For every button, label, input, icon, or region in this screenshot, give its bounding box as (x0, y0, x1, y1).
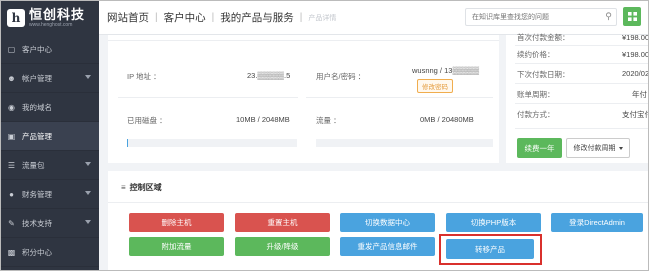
renew-price-value: ¥198.00元 (622, 50, 649, 59)
product-menu-button[interactable] (623, 7, 641, 26)
breadcrumb-current: 产品详情 (308, 14, 337, 22)
breadcrumb-home[interactable]: 网站首页 (99, 10, 155, 25)
wrench-icon: ✎ (8, 218, 15, 228)
traffic-label: 流量 ： (316, 116, 341, 125)
ip-value: 23.▒▒▒▒▒.5 (247, 71, 291, 80)
sidebar-item-user[interactable]: ☻ 帐户管理 (1, 64, 99, 93)
chevron-down-icon (618, 146, 623, 150)
sliders-icon: ≡ (121, 183, 126, 192)
sidebar-item-monitor[interactable]: ▢ 客户中心 (1, 35, 99, 64)
breadcrumb-my-products[interactable]: 我的产品与服务 (214, 10, 300, 25)
change-cycle-label: 修改付款周期 (573, 145, 616, 152)
grid-icon (627, 12, 637, 21)
switch-php-button[interactable]: 切换PHP版本 (446, 213, 541, 232)
chevron-down-icon (85, 75, 91, 79)
upgrade-downgrade-button[interactable]: 升级/降级 (235, 237, 330, 256)
logo[interactable]: h 恒创科技 www.henghost.com (1, 1, 99, 35)
billing-cycle-label: 账单周期： (517, 90, 555, 99)
monitor-icon: ▢ (7, 44, 16, 54)
sidebar-item-gift[interactable]: ▩ 积分中心 (1, 238, 99, 267)
disk-progress-fill (127, 139, 128, 147)
login-directadmin-button[interactable]: 登录DirectAdmin (551, 213, 643, 232)
payment-method-value: 支付宝付款 (622, 110, 648, 119)
billing-card: 首次付款金额： ¥198.00元 续约价格： ¥198.00元 下次付款日期： … (506, 33, 649, 163)
reset-host-button[interactable]: 重置主机 (235, 213, 330, 232)
highlight-box (439, 234, 542, 265)
first-payment-value: ¥198.00元 (622, 33, 649, 42)
user-icon: ☻ (7, 73, 16, 83)
layers-icon: ☰ (7, 160, 16, 170)
username-label: 用户名/密码 ： (316, 72, 366, 81)
delete-host-button[interactable]: 删除主机 (129, 213, 224, 232)
sidebar-item-label: 财务管理 (22, 189, 52, 199)
sidebar: h 恒创科技 www.henghost.com ▢ 客户中心 ☻ 帐户管理 ◉ 我的域名 ▣… (1, 1, 99, 270)
sidebar-item-layers[interactable]: ☰ 流量包 (1, 151, 99, 180)
divider (515, 128, 648, 129)
chevron-down-icon (85, 191, 91, 195)
coin-icon: ● (9, 189, 14, 199)
change-password-link[interactable]: 修改密码 (417, 79, 453, 93)
globe-icon: ◉ (8, 102, 15, 112)
divider (306, 97, 493, 98)
sidebar-item-label: 帐户管理 (22, 73, 52, 83)
sidebar-item-globe[interactable]: ◉ 我的域名 (1, 93, 99, 122)
divider (118, 97, 298, 98)
next-due-value: 2020/02/05 (622, 69, 649, 78)
breadcrumb-client-center[interactable]: 客户中心 (158, 10, 212, 25)
renew-button[interactable]: 续费一年 (517, 138, 562, 158)
search-input[interactable] (465, 8, 617, 26)
control-area-title-text: 控制区域 (129, 183, 162, 192)
search-icon[interactable]: ⚲ (602, 10, 615, 23)
sidebar-item-label: 技术支持 (22, 218, 52, 228)
sidebar-item-label: 产品管理 (22, 131, 52, 141)
divider (515, 45, 648, 46)
sidebar-item-label: 我的域名 (22, 102, 52, 112)
sidebar-item-label: 流量包 (22, 160, 45, 170)
sidebar-item-box[interactable]: ▣ 产品管理 (1, 122, 99, 151)
box-icon: ▣ (7, 131, 16, 141)
top-bar: 网站首页 | 客户中心 | 我的产品与服务 | 产品详情 ⚲ (99, 1, 648, 35)
control-area-title: ≡ 控制区域 (121, 182, 162, 193)
product-info-card: IP 地址 ： 23.▒▒▒▒▒.5 用户名/密码 ： wusnng / 13▒… (108, 35, 499, 163)
logo-mark-icon: h (7, 9, 25, 27)
control-area-card: ≡ 控制区域 删除主机 重置主机 切换数据中心 切换PHP版本 登录Direct… (108, 171, 648, 270)
sidebar-item-wrench[interactable]: ✎ 技术支持 (1, 209, 99, 238)
add-traffic-button[interactable]: 附加流量 (129, 237, 224, 256)
renew-price-label: 续约价格： (517, 50, 555, 59)
username-value: wusnng / 13▒▒▒▒▒ (412, 66, 480, 75)
change-cycle-dropdown[interactable]: 修改付款周期 (566, 138, 630, 158)
payment-method-label: 付款方式： (517, 110, 555, 119)
divider (515, 83, 648, 84)
divider (515, 103, 648, 104)
traffic-value: 0MB / 20480MB (420, 115, 474, 124)
disk-value: 10MB / 2048MB (236, 115, 290, 124)
logo-url: www.henghost.com (29, 22, 73, 28)
resend-info-email-button[interactable]: 重发产品信息邮件 (340, 237, 435, 256)
next-due-label: 下次付款日期： (517, 70, 570, 79)
sidebar-item-label: 积分中心 (22, 247, 52, 257)
sidebar-item-label: 客户中心 (22, 44, 52, 54)
sidebar-item-coin[interactable]: ● 财务管理 (1, 180, 99, 209)
divider (108, 202, 648, 203)
app-frame: h 恒创科技 www.henghost.com ▢ 客户中心 ☻ 帐户管理 ◉ 我的域名 ▣… (0, 0, 649, 271)
logo-name: 恒创科技 (29, 7, 86, 22)
switch-datacenter-button[interactable]: 切换数据中心 (340, 213, 435, 232)
disk-label: 已用磁盘 ： (127, 116, 167, 125)
ip-label: IP 地址 ： (127, 72, 161, 81)
divider (515, 63, 648, 64)
billing-cycle-value: 年付 (632, 90, 647, 99)
chevron-down-icon (85, 162, 91, 166)
chevron-down-icon (85, 220, 91, 224)
gift-icon: ▩ (7, 247, 16, 257)
card-top-edge (108, 35, 499, 41)
first-payment-label: 首次付款金额： (517, 33, 570, 42)
traffic-progress-bar (316, 139, 493, 147)
disk-progress-bar (127, 139, 297, 147)
